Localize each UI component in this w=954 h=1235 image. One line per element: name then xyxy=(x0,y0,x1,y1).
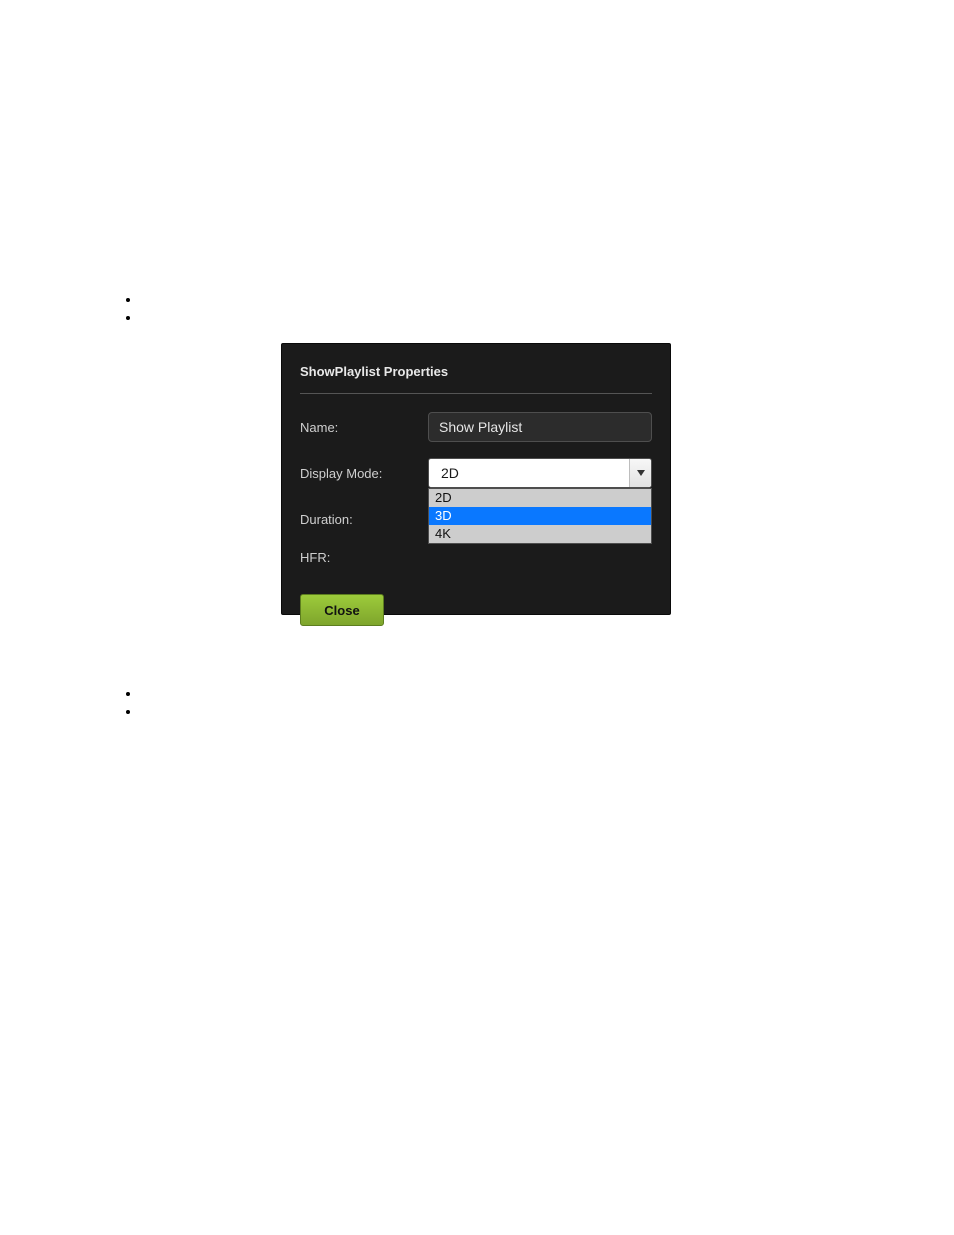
close-button[interactable]: Close xyxy=(300,594,384,626)
display-mode-value: 2D xyxy=(441,465,459,481)
display-mode-select[interactable]: 2D xyxy=(428,458,652,488)
hfr-label: HFR: xyxy=(300,550,428,565)
name-row: Name: xyxy=(300,412,652,442)
showplaylist-properties-dialog: ShowPlaylist Properties Name: Display Mo… xyxy=(281,343,671,615)
display-mode-option-2d[interactable]: 2D xyxy=(429,489,651,507)
dialog-title: ShowPlaylist Properties xyxy=(300,364,652,394)
display-mode-option-4k[interactable]: 4K xyxy=(429,525,651,543)
name-input[interactable] xyxy=(428,412,652,442)
duration-label: Duration: xyxy=(300,512,428,527)
display-mode-row: Display Mode: 2D 2D 3D 4K xyxy=(300,458,652,488)
hfr-row: HFR: xyxy=(300,542,652,572)
chevron-down-icon xyxy=(629,459,651,487)
display-mode-dropdown: 2D 3D 4K xyxy=(428,488,652,544)
display-mode-label: Display Mode: xyxy=(300,466,428,481)
name-label: Name: xyxy=(300,420,428,435)
display-mode-select-wrap: 2D 2D 3D 4K xyxy=(428,458,652,488)
display-mode-option-3d[interactable]: 3D xyxy=(429,507,651,525)
